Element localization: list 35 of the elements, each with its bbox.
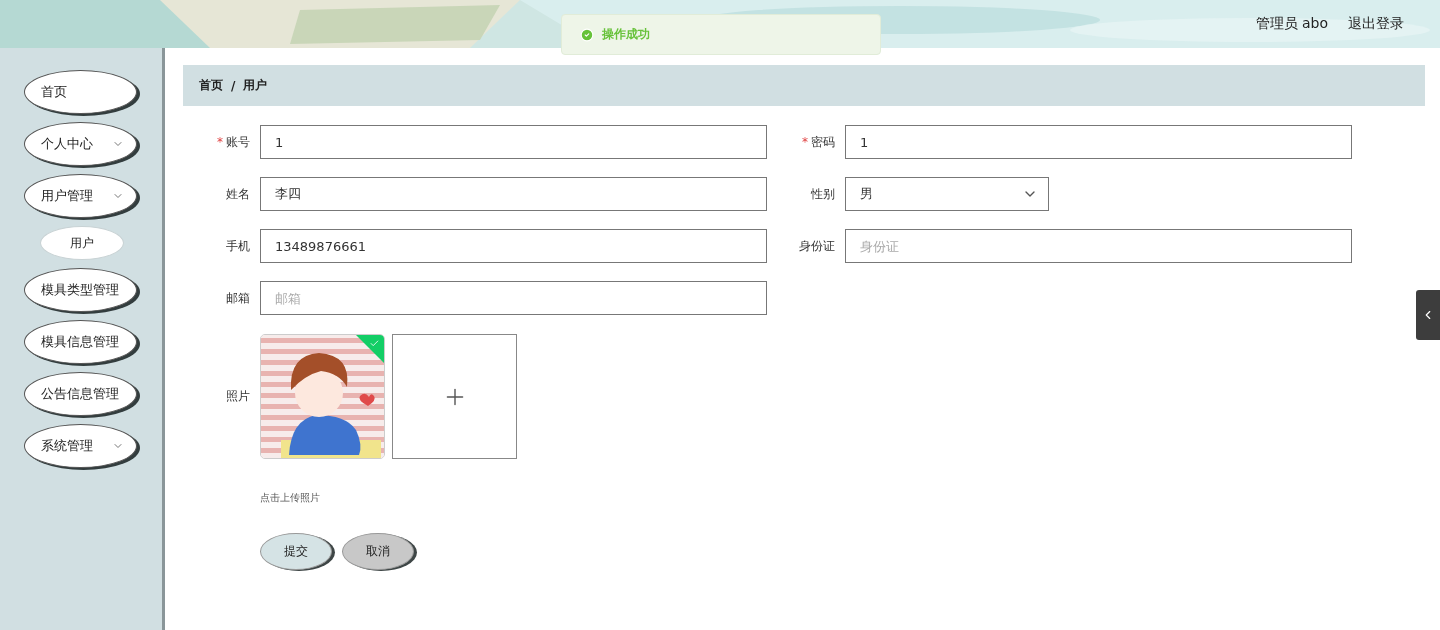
field-label: 身份证 <box>798 237 835 255</box>
field-label: 姓名 <box>225 185 250 203</box>
cancel-button[interactable]: 取消 <box>342 533 414 570</box>
input-field[interactable]: 1 <box>845 125 1352 159</box>
toast-message: 操作成功 <box>602 26 650 43</box>
select-field[interactable]: 男 <box>845 177 1049 211</box>
logout-link[interactable]: 退出登录 <box>1348 15 1404 33</box>
sidebar-item[interactable]: 用户管理 <box>24 174 137 218</box>
field-label: 邮箱 <box>225 289 250 307</box>
sidebar-item[interactable]: 个人中心 <box>24 122 137 166</box>
field-label: * 密码 <box>801 133 835 151</box>
upload-button[interactable] <box>392 334 517 459</box>
submit-button[interactable]: 提交 <box>260 533 332 570</box>
input-field[interactable]: 邮箱 <box>260 281 767 315</box>
breadcrumb-link[interactable]: 用户 <box>243 77 268 94</box>
upload-hint: 点击上传照片 <box>260 491 321 505</box>
sidebar-item[interactable]: 首页 <box>24 70 137 114</box>
sidebar-item[interactable]: 系统管理 <box>24 424 137 468</box>
field-label: 性别 <box>810 185 835 203</box>
check-circle-icon <box>580 27 594 42</box>
field-label: * 账号 <box>216 133 250 151</box>
input-field[interactable]: 身份证 <box>845 229 1352 263</box>
sidebar-item[interactable]: 公告信息管理 <box>24 372 137 416</box>
sidebar-item[interactable]: 模具信息管理 <box>24 320 137 364</box>
input-field[interactable]: 1 <box>260 125 767 159</box>
input-field[interactable]: 李四 <box>260 177 767 211</box>
sidebar-subitem[interactable]: 用户 <box>40 226 124 260</box>
input-field[interactable]: 13489876661 <box>260 229 767 263</box>
collapse-tab[interactable] <box>1416 290 1440 340</box>
field-label: 手机 <box>225 237 250 255</box>
breadcrumb-link[interactable]: 首页 <box>199 77 223 94</box>
breadcrumb-separator: / <box>231 78 236 93</box>
admin-username: 管理员 abo <box>1255 15 1328 33</box>
field-label: 照片 <box>225 388 250 405</box>
sidebar-item[interactable]: 模具类型管理 <box>24 268 137 312</box>
